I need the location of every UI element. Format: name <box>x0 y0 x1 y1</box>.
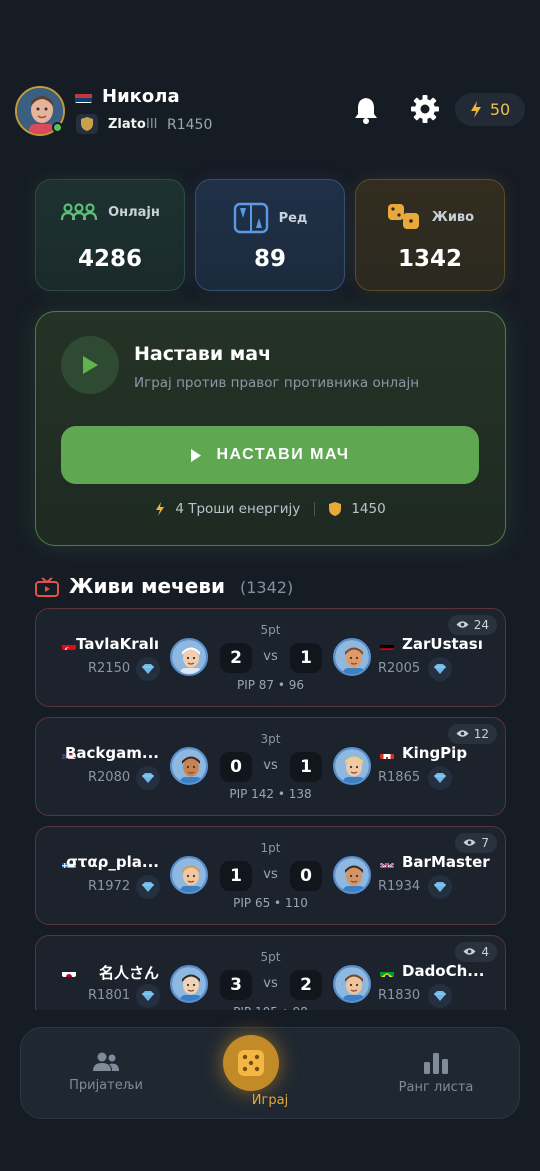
nav-play-button[interactable] <box>223 1035 279 1091</box>
player2-score: 1 <box>290 643 322 673</box>
player2-rating: R2005 <box>378 661 421 676</box>
player2-flag-icon <box>380 640 394 650</box>
player2-avatar[interactable] <box>333 965 371 1003</box>
nav-leaderboard-label: Ранг листа <box>398 1080 474 1095</box>
stat-online-value: 4286 <box>77 246 142 272</box>
live-match-card[interactable]: 24 5pt TavlaKralı R2150 2 vs 1 ZarUstası R2005 PI… <box>35 608 506 707</box>
pip-count: PIP 142 • 138 <box>229 787 312 801</box>
live-match-card[interactable]: 7 1pt σταρ_pla... R1972 1 vs 0 BarMaster R1934 PI… <box>35 826 506 925</box>
continue-card-subtitle: Играј против правог противника онлајн <box>134 375 420 391</box>
player2-name: KingPip <box>402 744 468 762</box>
stat-online-label: Онлајн <box>108 204 160 220</box>
continue-card-footer: 4 Троши енергију 1450 <box>35 501 506 517</box>
nav-play-label[interactable]: Играј <box>200 1093 340 1108</box>
live-tv-icon <box>35 577 59 597</box>
player2-rating: R1865 <box>378 770 421 785</box>
nav-leaderboard[interactable]: Ранг листа <box>391 1052 481 1095</box>
player2-name: DadoCh... <box>402 962 485 980</box>
live-matches-count: (1342) <box>240 578 294 597</box>
leaderboard-icon <box>424 1053 448 1074</box>
energy-pill[interactable]: 50 <box>455 93 525 126</box>
lightning-icon <box>470 101 481 118</box>
notification-bell-icon[interactable] <box>353 96 379 124</box>
user-rating: R1450 <box>167 117 213 133</box>
username: Никола <box>102 86 180 107</box>
stat-card-queue[interactable]: Ред 89 <box>195 179 345 291</box>
dice-icon <box>238 1050 264 1076</box>
player2-name: BarMaster <box>402 853 490 871</box>
rank-shield-icon <box>76 114 98 134</box>
energy-value: 50 <box>489 100 511 119</box>
stat-queue-value: 89 <box>253 246 286 272</box>
player2-name: ZarUstası <box>402 635 483 653</box>
energy-cost: 4 Троши енергију <box>175 501 301 517</box>
play-icon <box>191 448 202 462</box>
stat-card-live[interactable]: Живо 1342 <box>355 179 505 291</box>
player2-score: 2 <box>290 970 322 1000</box>
player2-score: 0 <box>290 861 322 891</box>
settings-gear-icon[interactable] <box>410 94 440 124</box>
rank-tier: III <box>146 117 158 132</box>
player2-avatar[interactable] <box>333 856 371 894</box>
player2-avatar[interactable] <box>333 747 371 785</box>
player2-rating: R1934 <box>378 879 421 894</box>
stat-live-label: Живо <box>431 209 475 225</box>
nav-friends[interactable]: Пријатељи <box>61 1052 151 1093</box>
stat-queue-label: Ред <box>278 210 308 226</box>
nav-friends-label: Пријатељи <box>69 1078 143 1093</box>
player2-score: 1 <box>290 752 322 782</box>
live-matches-title: Живи мечеви <box>69 574 226 598</box>
rank-name: Zlato <box>108 117 146 132</box>
live-matches-list[interactable]: 24 5pt TavlaKralı R2150 2 vs 1 ZarUstası R2005 PI… <box>0 600 540 1010</box>
continue-button-label: НАСТАВИ МАЧ <box>216 446 350 463</box>
divider <box>314 502 316 516</box>
player2-flag-icon <box>380 749 394 759</box>
live-match-card[interactable]: 12 3pt Backgam... R2080 0 vs 1 KingPip R1865 PIP … <box>35 717 506 816</box>
continue-card-title: Настави мач <box>134 343 272 365</box>
serbia-flag-icon <box>75 91 92 103</box>
live-match-card[interactable]: 45pt名人さんR18013vs2DadoCh...R1830PIP 105 •… <box>35 935 506 1010</box>
backgammon-board-icon <box>233 202 268 234</box>
play-icon <box>61 336 119 394</box>
stat-card-online[interactable]: Онлајн 4286 <box>35 179 185 291</box>
pip-count: PIP 87 • 96 <box>236 678 305 692</box>
lightning-icon <box>156 502 165 516</box>
player2-flag-icon <box>380 967 394 977</box>
dice-icon <box>387 204 419 229</box>
friends-icon <box>93 1052 119 1071</box>
stat-live-value: 1342 <box>397 246 462 272</box>
users-group-icon <box>61 203 98 221</box>
online-status-dot <box>52 122 63 133</box>
player2-flag-icon <box>380 858 394 868</box>
pip-count: PIP 105 • 98 <box>36 1005 505 1010</box>
continue-match-button[interactable]: НАСТАВИ МАЧ <box>61 426 479 484</box>
pip-count: PIP 65 • 110 <box>233 896 308 910</box>
shield-icon <box>329 502 342 516</box>
player2-rating: R1830 <box>378 988 421 1003</box>
continue-rating: 1450 <box>351 501 386 517</box>
player2-avatar[interactable] <box>333 638 371 676</box>
